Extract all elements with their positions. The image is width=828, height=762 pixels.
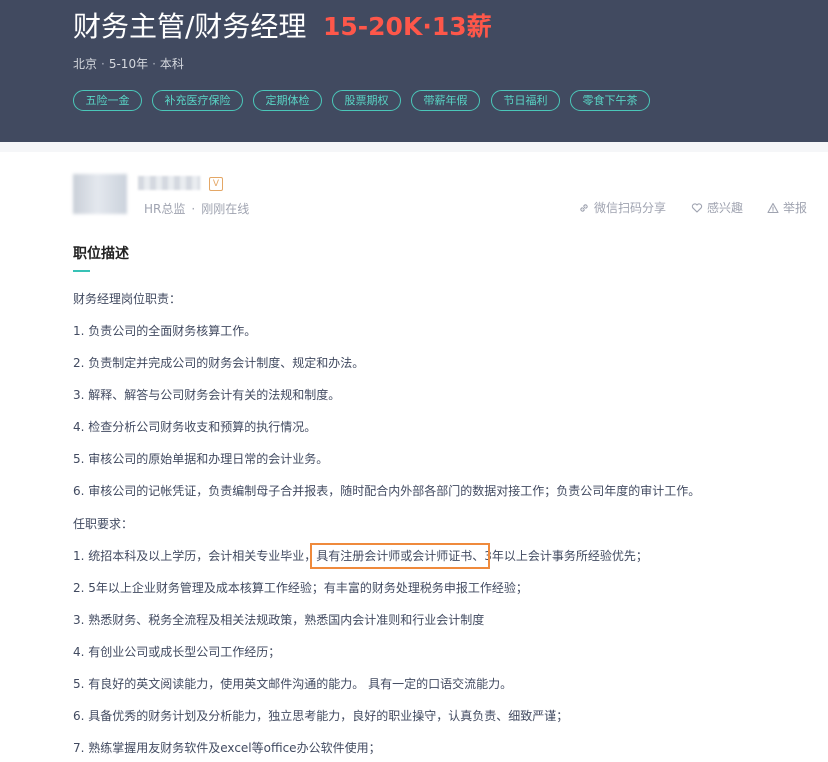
duty-item: 2. 负责制定并完成公司的财务会计制度、规定和办法。	[73, 356, 365, 370]
benefit-tag[interactable]: 节日福利	[491, 90, 560, 111]
meta-separator: ·	[101, 57, 105, 71]
share-label: 微信扫码分享	[594, 201, 667, 215]
warning-icon	[767, 202, 779, 213]
recruiter-status: 刚刚在线	[201, 202, 250, 216]
interest-button[interactable]: 感兴趣	[691, 199, 743, 216]
meta-separator: ·	[152, 57, 156, 71]
report-button[interactable]: 举报	[767, 199, 807, 216]
requirement-item: 5. 有良好的英文阅读能力，使用英文邮件沟通的能力。 具有一定的口语交流能力。	[73, 677, 513, 691]
job-header-banner: 财务主管/财务经理 15-20K·13薪 北京 · 5-10年 · 本科 五险一金 补充…	[0, 0, 828, 142]
benefit-tag[interactable]: 补充医疗保险	[152, 90, 243, 111]
section-title: 职位描述	[73, 246, 129, 262]
requirement-item: 1. 统招本科及以上学历，会计相关专业毕业，具有注册会计师或会计师证书、3年以上…	[73, 543, 813, 569]
job-city: 北京	[73, 57, 98, 71]
requirement-item: 2. 5年以上企业财务管理及成本核算工作经验；有丰富的财务处理税务申报工作经验；	[73, 581, 528, 595]
job-degree: 本科	[159, 57, 184, 71]
job-title: 财务主管/财务经理	[73, 10, 307, 43]
recruiter-info: HR总监 · 刚刚在线	[144, 200, 249, 217]
share-button[interactable]: 微信扫码分享	[578, 199, 666, 216]
duty-item: 6. 审核公司的记帐凭证，负责编制母子合并报表，随时配合内外部各部门的数据对接工…	[73, 484, 701, 498]
link-icon	[580, 203, 588, 212]
interest-label: 感兴趣	[707, 201, 744, 215]
benefit-tag[interactable]: 零食下午茶	[570, 90, 650, 111]
section-gap	[0, 142, 828, 152]
duty-item: 4. 检查分析公司财务收支和预算的执行情况。	[73, 420, 317, 434]
requirement-item: 3. 熟悉财务、税务全流程及相关法规政策，熟悉国内会计准则和行业会计制度	[73, 613, 485, 627]
recruiter-avatar[interactable]	[73, 174, 127, 214]
recruiter-dot: ·	[191, 202, 196, 216]
benefit-tag[interactable]: 五险一金	[73, 90, 142, 111]
heart-icon	[691, 202, 703, 213]
benefit-tag[interactable]: 股票期权	[332, 90, 401, 111]
recruiter-name-blurred	[138, 176, 200, 190]
requirement-item: 6. 具备优秀的财务计划及分析能力，独立思考能力，良好的职业操守，认真负责、细致…	[73, 709, 569, 723]
job-experience: 5-10年	[108, 57, 149, 71]
report-label: 举报	[783, 201, 808, 215]
benefit-tag[interactable]: 带薪年假	[411, 90, 480, 111]
requirements-heading: 任职要求：	[73, 517, 134, 531]
salary: 15-20K·13薪	[323, 12, 492, 41]
duties-heading: 财务经理岗位职责：	[73, 292, 182, 306]
section-title-underline	[73, 270, 90, 272]
verified-badge-icon: V	[209, 177, 223, 191]
benefit-tag[interactable]: 定期体检	[253, 90, 322, 111]
highlighted-requirement: 具有注册会计师或会计师证书、	[310, 543, 491, 569]
requirement-item: 7. 熟练掌握用友财务软件及excel等office办公软件使用；	[73, 741, 381, 755]
duty-item: 5. 审核公司的原始单据和办理日常的会计业务。	[73, 452, 329, 466]
requirement-item: 4. 有创业公司或成长型公司工作经历；	[73, 645, 281, 659]
duty-item: 3. 解释、解答与公司财务会计有关的法规和制度。	[73, 388, 341, 402]
recruiter-role: HR总监	[144, 202, 186, 216]
requirement-text: 1. 统招本科及以上学历，会计相关专业毕业，	[73, 549, 317, 563]
requirement-text: 3年以上会计事务所经验优先；	[484, 549, 648, 563]
duty-item: 1. 负责公司的全面财务核算工作。	[73, 324, 257, 338]
job-meta: 北京 · 5-10年 · 本科	[73, 55, 184, 72]
